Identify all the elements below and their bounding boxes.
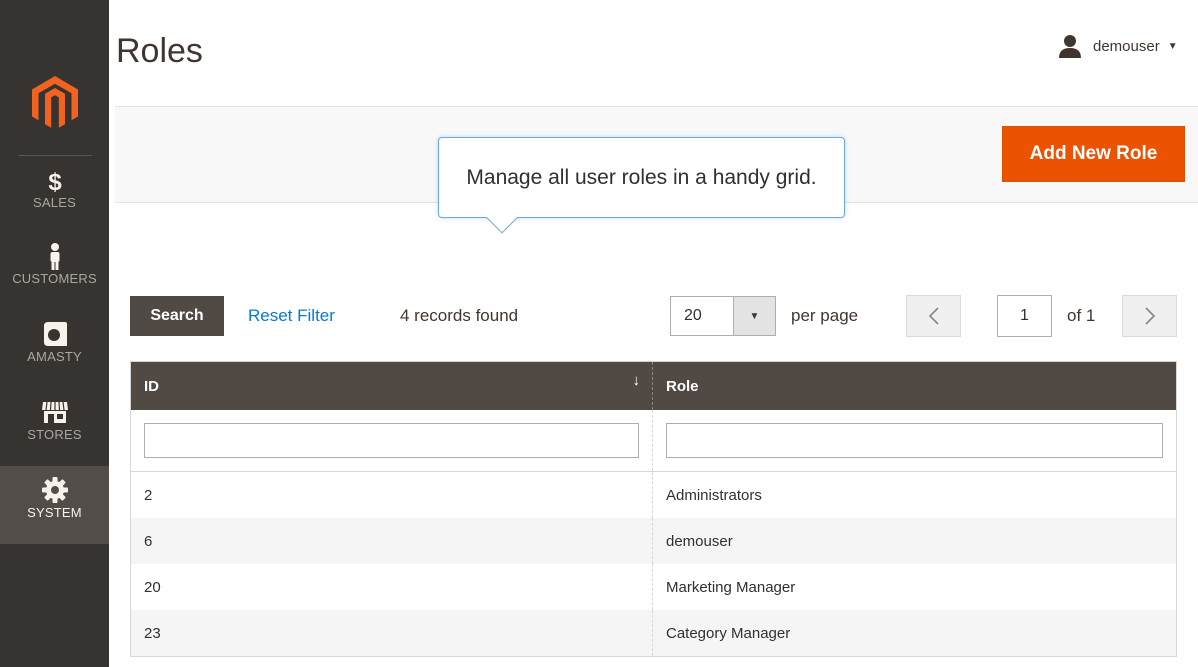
page-title: Roles bbox=[116, 32, 203, 70]
svg-text:$: $ bbox=[48, 169, 62, 194]
sidebar-item-label: CUSTOMERS bbox=[12, 271, 97, 286]
cell-id: 2 bbox=[131, 472, 653, 518]
admin-sidebar: $ SALES CUSTOMERS AMASTY STORES SYSTEM bbox=[0, 0, 109, 667]
column-header-id[interactable]: ID ↓ bbox=[131, 362, 653, 410]
table-header-row: ID ↓ Role bbox=[131, 362, 1176, 410]
sidebar-item-sales[interactable]: $ SALES bbox=[0, 166, 109, 242]
add-new-role-button[interactable]: Add New Role bbox=[1002, 126, 1185, 182]
records-count: 4 records found bbox=[400, 306, 519, 325]
previous-page-button[interactable] bbox=[906, 295, 961, 337]
dollar-icon: $ bbox=[48, 169, 62, 194]
chevron-down-icon[interactable]: ▼ bbox=[733, 297, 775, 335]
reset-filter-link[interactable]: Reset Filter bbox=[248, 306, 335, 326]
per-page-value: 20 bbox=[684, 307, 702, 324]
table-row[interactable]: 6 demouser bbox=[131, 518, 1176, 564]
filter-cell-id bbox=[131, 410, 653, 471]
sidebar-item-amasty[interactable]: AMASTY bbox=[0, 320, 109, 396]
user-account-menu[interactable]: demouser ▼ bbox=[1058, 34, 1178, 58]
cell-id: 23 bbox=[131, 610, 653, 656]
roles-grid: ID ↓ Role 2 Administrators 6 demouser 20… bbox=[130, 361, 1177, 657]
total-pages-label: of 1 bbox=[1067, 306, 1096, 325]
logo-divider bbox=[18, 155, 92, 156]
sidebar-item-system[interactable]: SYSTEM bbox=[0, 466, 109, 544]
sidebar-item-customers[interactable]: CUSTOMERS bbox=[0, 242, 109, 318]
chevron-left-icon bbox=[928, 307, 939, 325]
cell-role: Category Manager bbox=[666, 625, 791, 642]
role-filter-input[interactable] bbox=[666, 423, 1163, 458]
sort-descending-icon: ↓ bbox=[632, 372, 641, 389]
sidebar-item-label: SALES bbox=[33, 195, 76, 210]
cell-role: Marketing Manager bbox=[666, 579, 796, 596]
cell-role: demouser bbox=[666, 533, 733, 550]
cell-role: Administrators bbox=[666, 487, 762, 504]
chevron-down-icon: ▼ bbox=[1167, 40, 1178, 52]
table-row[interactable]: 23 Category Manager bbox=[131, 610, 1176, 656]
chevron-right-icon bbox=[1144, 307, 1155, 325]
column-header-label: ID bbox=[144, 378, 159, 395]
filter-cell-role bbox=[653, 410, 1176, 471]
magento-logo-icon[interactable] bbox=[30, 76, 80, 130]
tooltip-text: Manage all user roles in a handy grid. bbox=[466, 165, 817, 189]
amasty-logo-icon bbox=[43, 322, 67, 346]
sidebar-item-stores[interactable]: STORES bbox=[0, 398, 109, 474]
current-page-input[interactable] bbox=[997, 295, 1052, 337]
next-page-button[interactable] bbox=[1122, 295, 1177, 337]
storefront-icon bbox=[41, 401, 68, 423]
cell-id: 6 bbox=[131, 518, 653, 564]
filter-row bbox=[131, 410, 1176, 472]
sidebar-item-label: AMASTY bbox=[27, 349, 82, 364]
per-page-select[interactable]: 20 ▼ bbox=[670, 296, 776, 336]
id-filter-input[interactable] bbox=[144, 423, 639, 458]
person-icon bbox=[50, 243, 59, 270]
user-icon bbox=[1059, 35, 1081, 58]
search-button[interactable]: Search bbox=[130, 296, 224, 336]
table-row[interactable]: 2 Administrators bbox=[131, 472, 1176, 518]
table-row[interactable]: 20 Marketing Manager bbox=[131, 564, 1176, 610]
table-body: 2 Administrators 6 demouser 20 Marketing… bbox=[131, 472, 1176, 656]
column-header-label: Role bbox=[666, 378, 699, 395]
user-name: demouser bbox=[1093, 37, 1160, 55]
guide-tooltip: Manage all user roles in a handy grid. bbox=[438, 137, 845, 234]
sidebar-item-label: SYSTEM bbox=[27, 505, 82, 520]
sidebar-item-label: STORES bbox=[27, 427, 82, 442]
per-page-label: per page bbox=[791, 306, 859, 325]
tooltip-arrow bbox=[486, 202, 518, 234]
gear-icon bbox=[41, 477, 68, 503]
column-header-role[interactable]: Role bbox=[653, 362, 1176, 410]
cell-id: 20 bbox=[131, 564, 653, 610]
